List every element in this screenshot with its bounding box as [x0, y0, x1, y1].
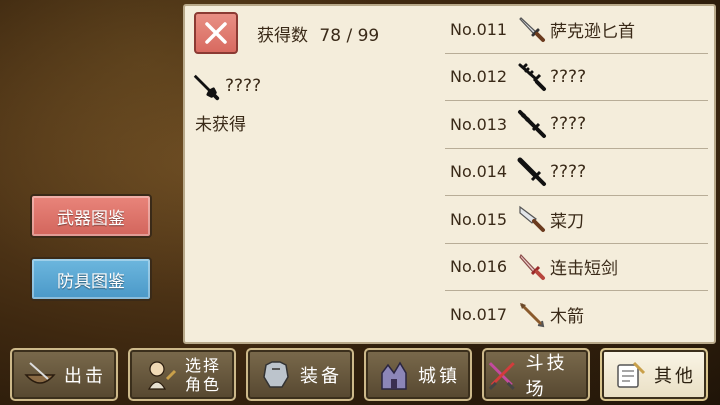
scroll-icon	[617, 361, 646, 388]
item-number: No.017	[450, 305, 508, 325]
boat-icon	[24, 361, 56, 384]
nav-choose-character-button[interactable]: 选择 角色	[128, 348, 236, 401]
nav-choose-line2: 角色	[184, 374, 221, 394]
item-number: No.016	[450, 257, 508, 277]
list-item[interactable]: No.011 萨克逊匕首	[445, 6, 708, 54]
character-icon	[147, 360, 177, 390]
item-name: 萨克逊匕首	[550, 21, 635, 42]
bottom-nav: 出击 选择 角色 装备 城镇 斗技场 其他	[10, 348, 710, 401]
list-item[interactable]: No.013 ????	[445, 101, 708, 149]
selected-item-name: ????	[225, 76, 262, 96]
unknown-weapon-icon	[518, 110, 546, 139]
list-item[interactable]: No.016 连击短剑	[445, 244, 708, 291]
item-number: No.015	[450, 209, 508, 229]
count-label: 获得数	[257, 26, 308, 46]
nav-arena-button[interactable]: 斗技场	[482, 348, 590, 401]
nav-town-label: 城镇	[418, 365, 460, 387]
castle-icon	[381, 361, 407, 390]
nav-equip-label: 装备	[300, 365, 342, 387]
selected-item-status: 未获得	[195, 115, 246, 135]
unknown-weapon-icon	[193, 74, 220, 101]
close-icon	[205, 22, 227, 44]
count-value: 78 / 99	[319, 26, 380, 46]
item-name: 木箭	[550, 307, 584, 328]
item-number: No.014	[450, 162, 508, 182]
armor-encyclopedia-button[interactable]: 防具图鉴	[30, 257, 152, 301]
list-item[interactable]: No.012 ????	[445, 54, 708, 101]
item-name: ????	[550, 161, 587, 182]
item-name: ????	[550, 66, 587, 87]
item-number: No.012	[450, 67, 508, 87]
nav-choose-line1: 选择	[184, 355, 221, 375]
item-name: 菜刀	[550, 211, 584, 232]
item-number: No.011	[450, 19, 508, 39]
close-button[interactable]	[194, 12, 238, 54]
combo-short-sword-icon	[519, 253, 545, 280]
list-item[interactable]: No.014 ????	[445, 149, 708, 196]
nav-choose-character-label: 选择 角色	[185, 356, 221, 394]
item-name: ????	[550, 114, 587, 135]
list-item[interactable]: No.015 菜刀	[445, 196, 708, 244]
unknown-weapon-icon	[518, 63, 546, 91]
item-name: 连击短剑	[550, 259, 618, 280]
kitchen-knife-icon	[519, 206, 545, 233]
nav-sortie-label: 出击	[64, 365, 106, 387]
unknown-weapon-icon	[517, 157, 546, 186]
crossed-swords-icon	[488, 361, 515, 390]
list-item[interactable]: No.017 木箭	[445, 291, 708, 339]
nav-arena-label: 斗技场	[525, 352, 568, 400]
nav-equip-button[interactable]: 装备	[246, 348, 354, 401]
encyclopedia-panel: 获得数 78 / 99 ???? 未获得 No.011 萨克逊匕首 No.012…	[183, 4, 716, 344]
item-number: No.013	[450, 114, 508, 134]
nav-sortie-button[interactable]: 出击	[10, 348, 118, 401]
saxon-dagger-icon	[519, 17, 545, 43]
nav-other-button[interactable]: 其他	[600, 348, 708, 401]
armor-icon	[263, 360, 289, 388]
weapon-encyclopedia-button[interactable]: 武器图鉴	[30, 194, 152, 238]
weapon-list: No.011 萨克逊匕首 No.012 ???? No.013 ???? No.…	[445, 6, 708, 339]
obtained-count: 获得数 78 / 99	[257, 21, 379, 46]
nav-other-label: 其他	[654, 365, 696, 387]
nav-town-button[interactable]: 城镇	[364, 348, 472, 401]
wooden-arrow-icon	[520, 302, 545, 328]
